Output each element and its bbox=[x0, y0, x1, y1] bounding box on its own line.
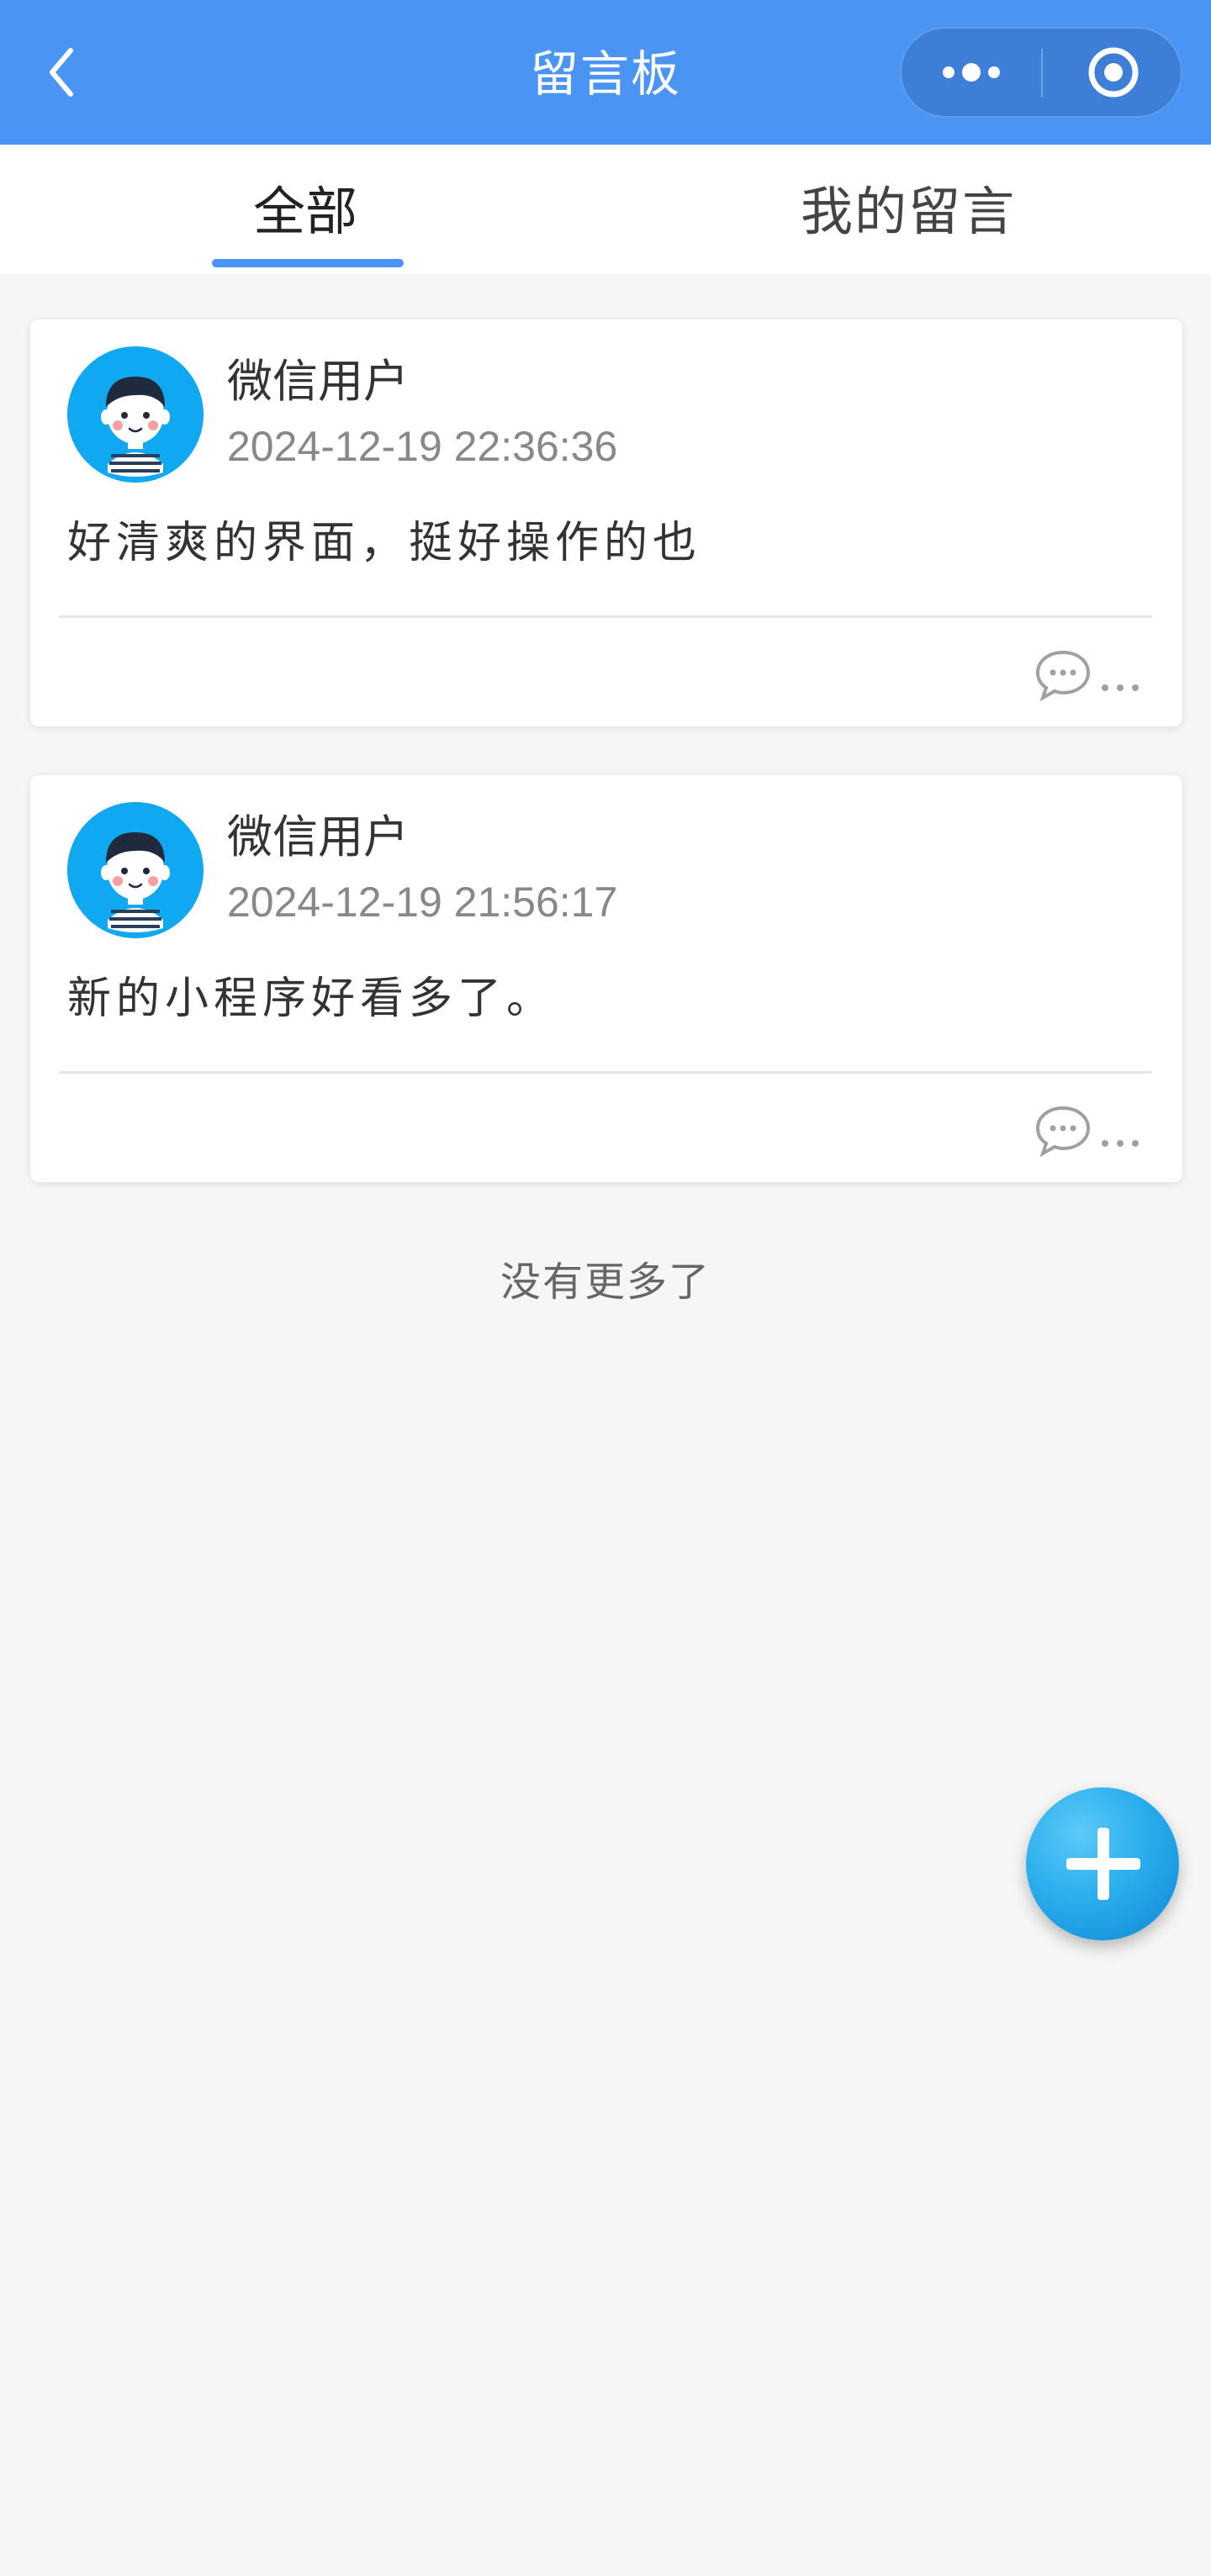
message-content: 新的小程序好看多了。 bbox=[67, 974, 556, 1024]
message-time: 2024-12-19 21:56:17 bbox=[227, 879, 618, 926]
tab-my-messages-label: 我的留言 bbox=[800, 181, 1016, 242]
no-more-text: 没有更多了 bbox=[500, 1259, 711, 1306]
target-circle-icon bbox=[1088, 47, 1139, 98]
message-card: 微信用户 2024-12-19 22:36:36 好清爽的界面，挺好操作的也 bbox=[30, 319, 1182, 726]
miniprogram-capsule bbox=[900, 27, 1182, 118]
username: 微信用户 bbox=[227, 810, 409, 863]
message-content: 好清爽的界面，挺好操作的也 bbox=[67, 518, 702, 568]
divider bbox=[59, 1071, 1152, 1074]
tab-all-label: 全部 bbox=[252, 181, 357, 242]
comment-bubble-icon bbox=[1035, 1106, 1091, 1158]
username: 微信用户 bbox=[227, 355, 409, 408]
more-options-button[interactable] bbox=[1095, 1108, 1145, 1159]
more-dots-icon bbox=[943, 63, 1000, 82]
avatar bbox=[67, 346, 204, 483]
comment-button[interactable] bbox=[1033, 646, 1093, 703]
tab-bar: 全部 我的留言 bbox=[0, 145, 1211, 274]
message-card: 微信用户 2024-12-19 21:56:17 新的小程序好看多了。 bbox=[30, 775, 1182, 1182]
navigation-bar: 留言板 bbox=[0, 0, 1211, 145]
more-menu-button[interactable] bbox=[902, 29, 1041, 116]
more-options-button[interactable] bbox=[1095, 652, 1145, 703]
active-tab-indicator bbox=[212, 259, 404, 267]
close-miniprogram-button[interactable] bbox=[1043, 29, 1181, 116]
avatar bbox=[67, 802, 204, 938]
boy-avatar-icon bbox=[67, 802, 204, 938]
tab-all[interactable]: 全部 bbox=[0, 145, 606, 274]
comment-button[interactable] bbox=[1033, 1101, 1093, 1159]
tab-my-messages[interactable]: 我的留言 bbox=[606, 145, 1211, 274]
add-message-button[interactable] bbox=[1026, 1787, 1179, 1940]
ellipsis-icon bbox=[1102, 684, 1139, 691]
plus-icon bbox=[1066, 1828, 1140, 1900]
message-time: 2024-12-19 22:36:36 bbox=[227, 423, 618, 470]
ellipsis-icon bbox=[1102, 1140, 1139, 1147]
boy-avatar-icon bbox=[67, 346, 204, 483]
comment-bubble-icon bbox=[1035, 650, 1091, 702]
divider bbox=[59, 615, 1152, 618]
